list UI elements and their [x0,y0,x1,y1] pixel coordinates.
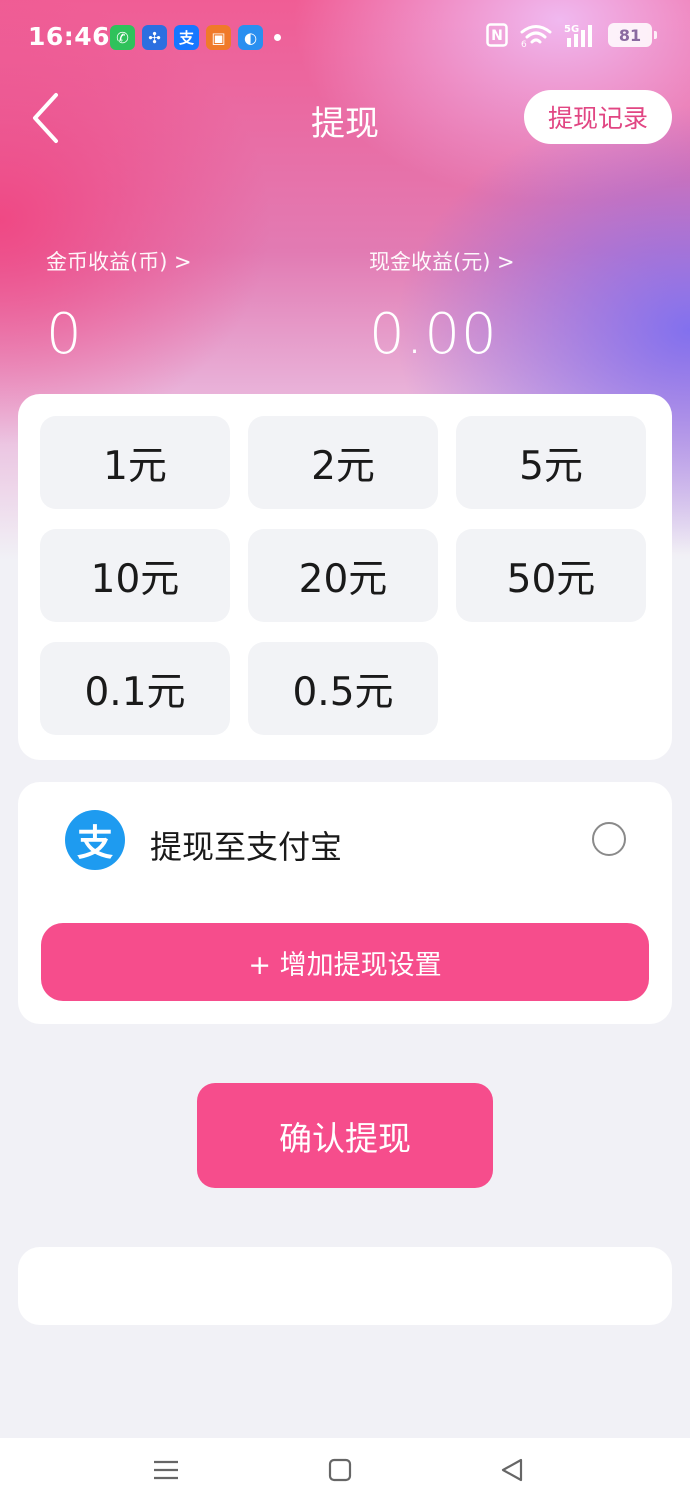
back-nav-button[interactable] [492,1450,532,1490]
system-icons: N 6 5G 81 [486,22,657,48]
wechat-icon: ✆ [110,25,135,50]
system-nav-bar [0,1438,690,1500]
status-time: 16:46 [28,22,111,51]
status-bar: 16:46 ✆ ✣ 支 ▣ ◐ N 6 5G 81 [0,0,690,78]
home-square-icon [328,1458,352,1482]
blank-info-card [18,1247,672,1325]
add-withdraw-setting-button[interactable]: + 增加提现设置 [41,923,649,1001]
pinwheel-app-icon: ✣ [142,25,167,50]
browser-app-icon: ◐ [238,25,263,50]
more-notifications-dot [274,34,281,41]
amount-option-0-1[interactable]: 0.1元 [40,642,230,735]
amount-option-5[interactable]: 5元 [456,416,646,509]
nfc-icon: N [486,23,508,47]
withdraw-record-button[interactable]: 提现记录 [524,90,672,144]
cash-earnings-value: 0.00 [369,302,498,367]
menu-icon [154,1460,178,1480]
cash-earnings-link[interactable]: 现金收益(元) > [369,246,515,276]
svg-text:N: N [491,28,503,44]
svg-text:5G: 5G [564,24,579,35]
alipay-logo-icon: 支 [65,810,125,870]
triangle-back-icon [501,1458,523,1482]
signal-icon: 5G [564,24,592,47]
chevron-left-icon [33,93,58,143]
alipay-method-label[interactable]: 提现至支付宝 [150,822,342,868]
coin-earnings-link[interactable]: 金币收益(币) > [46,246,192,276]
amount-option-1[interactable]: 1元 [40,416,230,509]
menu-nav-button[interactable] [146,1450,186,1490]
amount-option-10[interactable]: 10元 [40,529,230,622]
payment-method-card: 支 提现至支付宝 + 增加提现设置 [18,782,672,1024]
confirm-withdraw-button[interactable]: 确认提现 [197,1083,493,1188]
wifi-icon: 6 [520,25,552,47]
battery-indicator: 81 [608,23,657,47]
notification-icons: ✆ ✣ 支 ▣ ◐ [110,25,281,50]
alipay-radio[interactable] [592,822,626,856]
back-button[interactable] [20,88,70,148]
home-nav-button[interactable] [320,1450,360,1490]
amount-option-20[interactable]: 20元 [248,529,438,622]
amount-grid: 1元 2元 5元 10元 20元 50元 0.1元 0.5元 [40,416,646,735]
svg-text:6: 6 [521,40,527,47]
amount-option-0-5[interactable]: 0.5元 [248,642,438,735]
coin-earnings-value: 0 [46,302,83,367]
book-app-icon: ▣ [206,25,231,50]
amount-option-2[interactable]: 2元 [248,416,438,509]
alipay-icon: 支 [174,25,199,50]
amount-options-card: 1元 2元 5元 10元 20元 50元 0.1元 0.5元 [18,394,672,760]
amount-option-50[interactable]: 50元 [456,529,646,622]
